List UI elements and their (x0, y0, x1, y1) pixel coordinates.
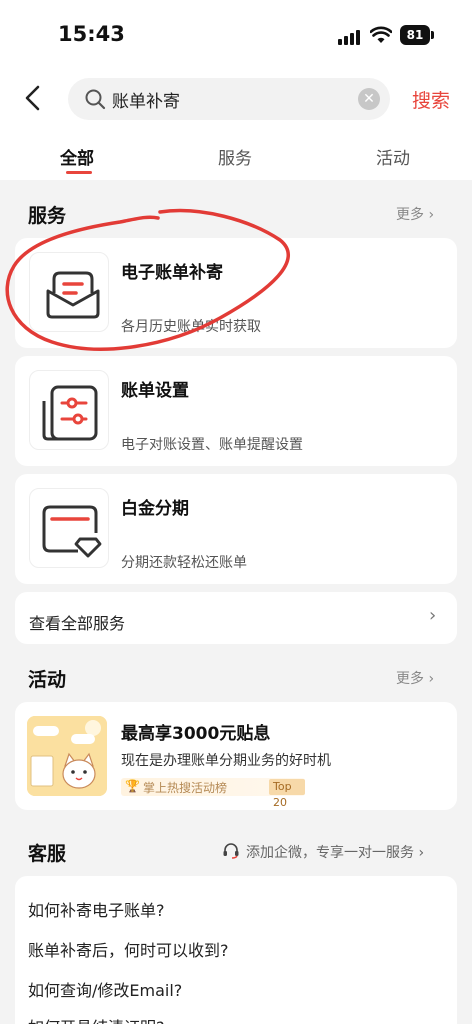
search-button[interactable]: 搜索 (412, 86, 450, 113)
search-bar[interactable]: ✕ (68, 78, 390, 120)
faq-item[interactable]: 如何查询/修改Email? (28, 977, 182, 1001)
wifi-icon (370, 26, 392, 43)
service-title: 电子账单补寄 (121, 263, 223, 283)
services-more-link[interactable]: 更多 › (396, 204, 434, 224)
activities-more-label: 更多 (396, 671, 424, 687)
clear-icon[interactable]: ✕ (358, 88, 380, 110)
faq-item[interactable]: 如何补寄电子账单? (28, 897, 165, 921)
battery-icon: 81 (400, 25, 430, 45)
service-card-platinum-installment[interactable]: 白金分期 分期还款轻松还账单 (15, 474, 457, 584)
header: 15:43 81 ✕ 搜索 全部 服务 活动 (0, 0, 472, 180)
rank-tag: Top 20 (269, 779, 305, 809)
customer-service-title: 客服 (28, 843, 67, 865)
search-input[interactable] (112, 86, 342, 112)
envelope-icon (29, 252, 109, 332)
tab-services[interactable]: 服务 (218, 144, 252, 169)
view-all-services-label: 查看全部服务 (29, 614, 126, 633)
promo-card[interactable]: 最高享3000元贴息 现在是办理账单分期业务的好时机 🏆 掌上热搜活动榜 Top… (15, 702, 457, 810)
status-time: 15:43 (58, 22, 125, 46)
service-title: 白金分期 (121, 499, 189, 519)
service-card-bill-settings[interactable]: 账单设置 电子对账设置、账单提醒设置 (15, 356, 457, 466)
view-all-services-row[interactable]: 查看全部服务 › (15, 592, 457, 644)
tab-all[interactable]: 全部 (60, 144, 94, 169)
tab-active-indicator (66, 171, 92, 174)
service-card-ebill-resend[interactable]: 电子账单补寄 各月历史账单实时获取 (15, 238, 457, 348)
back-icon[interactable] (22, 84, 44, 112)
activities-title: 活动 (28, 669, 67, 691)
activities-more-link[interactable]: 更多 › (396, 668, 434, 688)
wecom-label: 添加企微，专享一对一服务 (246, 845, 414, 861)
faq-item[interactable]: 账单补寄后，何时可以收到? (28, 937, 229, 961)
service-desc: 分期还款轻松还账单 (121, 555, 247, 571)
promo-cat-illustration (27, 716, 107, 796)
promo-desc: 现在是办理账单分期业务的好时机 (121, 753, 331, 769)
faq-item[interactable]: 如何开具结清证明? (28, 1014, 165, 1024)
signal-icon (338, 30, 360, 45)
status-bar: 15:43 81 (0, 0, 472, 70)
trophy-icon: 🏆 (125, 779, 140, 793)
search-icon (85, 89, 106, 110)
hot-rank-badge: 🏆 掌上热搜活动榜 Top 20 (121, 778, 305, 809)
battery-cap (431, 31, 434, 39)
card-diamond-icon (29, 488, 109, 568)
wecom-link[interactable]: 添加企微，专享一对一服务 › (246, 842, 424, 862)
bill-settings-icon (29, 370, 109, 450)
services-more-label: 更多 (396, 207, 424, 223)
service-title: 账单设置 (121, 381, 189, 401)
services-title: 服务 (28, 205, 67, 227)
tab-activities[interactable]: 活动 (376, 144, 410, 169)
tab-bar: 全部 服务 活动 (0, 140, 472, 180)
service-desc: 电子对账设置、账单提醒设置 (121, 437, 303, 453)
hot-rank-label: 掌上热搜活动榜 (143, 781, 228, 795)
headset-icon (223, 843, 239, 859)
service-desc: 各月历史账单实时获取 (121, 319, 261, 335)
promo-title: 最高享3000元贴息 (121, 724, 271, 744)
chevron-right-icon: › (429, 605, 437, 626)
